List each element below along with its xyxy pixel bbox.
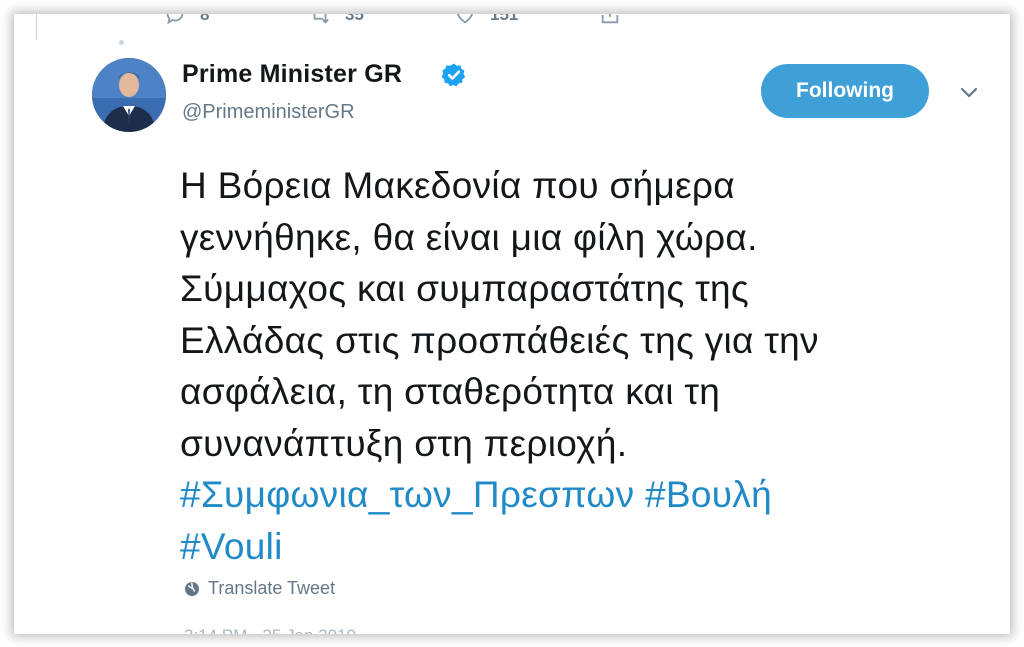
- profile-photo: [92, 58, 166, 132]
- tweet-text: Η Βόρεια Μακεδονία που σήμερα γεννήθηκε,…: [180, 160, 980, 572]
- hashtag-link[interactable]: #Βουλή: [645, 474, 772, 515]
- tweet-timestamp[interactable]: 3:14 PM - 25 Jan 2019: [184, 626, 356, 634]
- reply-icon: [166, 14, 184, 25]
- share-icon: [601, 14, 619, 24]
- author-name[interactable]: Prime Minister GR: [182, 60, 402, 89]
- verified-badge-icon: [441, 63, 466, 87]
- tweet-line: γεννήθηκε, θα είναι μια φίλη χώρα.: [180, 216, 758, 258]
- reply-action[interactable]: 8: [164, 14, 309, 26]
- retweet-action[interactable]: 35: [309, 14, 454, 26]
- heart-icon: [457, 14, 473, 24]
- like-count: 151: [490, 14, 519, 24]
- tweet-line: συνανάπτυξη στη περιοχή.: [180, 422, 628, 464]
- hashtag-link[interactable]: #Vouli: [180, 526, 283, 567]
- hashtag-line: #Vouli: [180, 521, 980, 573]
- tweet-line: Η Βόρεια Μακεδονία που σήμερα: [180, 165, 735, 206]
- share-action[interactable]: [599, 14, 744, 26]
- reply-count: 8: [200, 14, 210, 24]
- like-action[interactable]: 151: [454, 14, 599, 26]
- tweet-line: Ελλάδας στις προσπάθειές της για την: [180, 319, 819, 361]
- avatar[interactable]: [92, 58, 166, 132]
- translate-tweet-button[interactable]: Translate Tweet: [184, 578, 335, 599]
- hashtag-link[interactable]: #Συμφωνια_των_Πρεσπων: [180, 474, 634, 515]
- chevron-down-icon[interactable]: [958, 86, 980, 100]
- tweet-line: ασφάλεια, τη σταθερότητα και τη: [180, 371, 721, 412]
- tweet-line: Σύμμαχος και συμπαραστάτης της: [180, 268, 750, 309]
- tweet-card: 8 35 151 Prime Minister GR @Primeministe…: [14, 14, 1010, 634]
- retweet-count: 35: [345, 14, 364, 24]
- retweet-icon: [313, 14, 329, 24]
- thread-connector: [119, 40, 124, 45]
- hashtag-line: #Συμφωνια_των_Πρεσπων #Βουλή: [180, 469, 980, 521]
- following-button[interactable]: Following: [761, 64, 929, 118]
- divider: [36, 14, 37, 40]
- globe-icon: [185, 581, 199, 596]
- previous-tweet-actions: 8 35 151: [164, 14, 744, 26]
- translate-label: Translate Tweet: [208, 578, 336, 598]
- author-handle[interactable]: @PrimeministerGR: [182, 101, 355, 124]
